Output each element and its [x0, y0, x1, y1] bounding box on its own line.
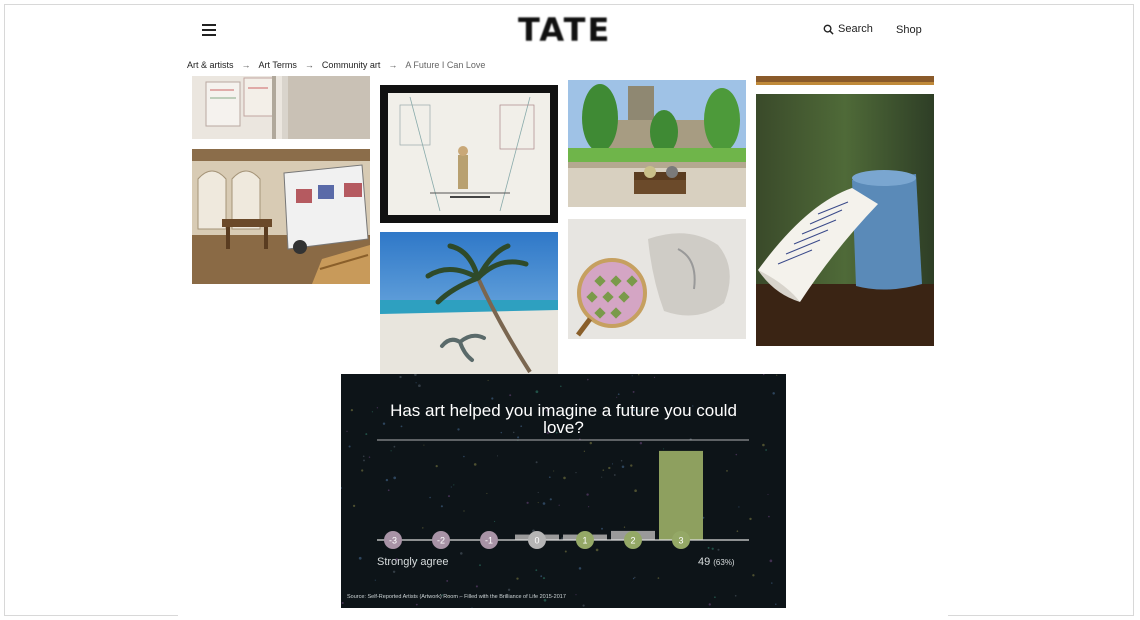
- chart-left-annotation: Strongly agree: [377, 556, 449, 568]
- breadcrumb-arrow-icon: →: [304, 60, 314, 70]
- chart-source: Source: Self-Reported Artists (Artwork) …: [347, 594, 566, 600]
- hamburger-menu-icon[interactable]: [202, 24, 216, 36]
- chart-right-annotation: 49 (63%): [698, 556, 735, 568]
- chart-tick-label: -3: [389, 536, 397, 546]
- breadcrumb-community-art[interactable]: Community art: [322, 60, 381, 70]
- chart-tick-label: -2: [437, 536, 445, 546]
- search-button[interactable]: Search: [823, 23, 873, 35]
- breadcrumb-current: A Future I Can Love: [405, 60, 486, 70]
- tate-page: TATE Search Shop Art & artists → Art Ter…: [178, 8, 948, 620]
- breadcrumb-art-terms[interactable]: Art Terms: [259, 60, 297, 70]
- chart-percent-label: (63%): [713, 558, 735, 567]
- breadcrumb-arrow-icon: →: [388, 60, 398, 70]
- chart-tick-label: 1: [582, 536, 587, 546]
- shop-link[interactable]: Shop: [896, 24, 922, 36]
- chart-tick-label: 3: [678, 536, 683, 546]
- breadcrumb-art-artists[interactable]: Art & artists: [187, 60, 234, 70]
- breadcrumb: Art & artists → Art Terms → Community ar…: [187, 58, 485, 72]
- artwork-image-palm-beach[interactable]: [380, 232, 558, 376]
- search-label: Search: [838, 23, 873, 35]
- artwork-image-village-bench[interactable]: [568, 80, 746, 207]
- chart-tick-label: 0: [534, 536, 539, 546]
- chart-tick-label: 2: [630, 536, 635, 546]
- artwork-image-gallery-caravan[interactable]: [192, 149, 370, 284]
- chart-title: Has art helped you imagine a future you …: [390, 401, 737, 437]
- site-header: TATE Search Shop: [178, 8, 948, 52]
- artwork-image-magnifier-sketch[interactable]: [568, 219, 746, 339]
- artwork-image-street-drawing[interactable]: [380, 85, 558, 223]
- chart-tick-label: -1: [485, 536, 493, 546]
- chart-value-label: 49: [698, 556, 711, 568]
- artwork-image-bucket-list[interactable]: [756, 94, 934, 346]
- search-icon: [823, 24, 834, 35]
- tate-logo[interactable]: TATE: [518, 12, 609, 48]
- breadcrumb-arrow-icon: →: [241, 60, 251, 70]
- artwork-image-notes-wall[interactable]: [192, 76, 370, 139]
- artwork-image-top-strip[interactable]: [756, 76, 934, 85]
- survey-chart-panel: -3 -2 -1 0 1 2 3 Has art helped you imagine a …: [341, 374, 786, 608]
- chart-bar-3: [659, 450, 703, 540]
